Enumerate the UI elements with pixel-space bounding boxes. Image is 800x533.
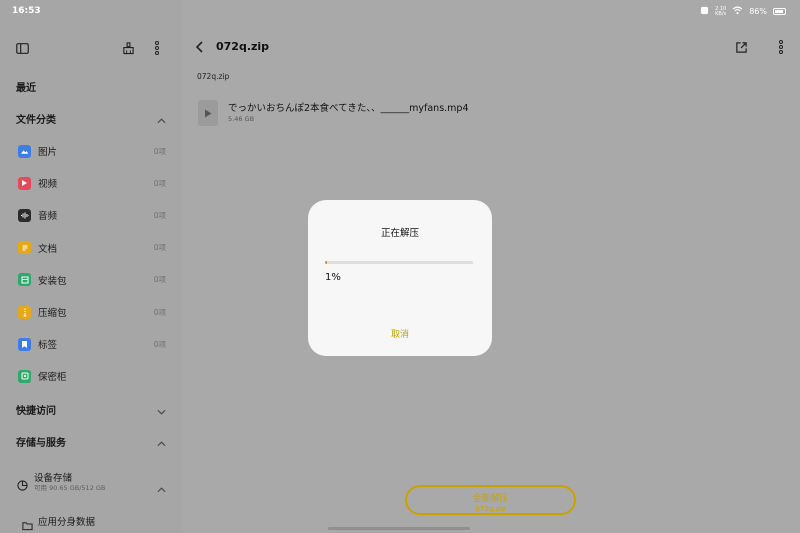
breadcrumb[interactable]: 072q.zip [197,72,229,81]
chevron-up-icon [157,478,166,497]
category-label: 保密柜 [38,372,67,384]
category-count: 0项 [153,307,166,317]
back-arrow-icon[interactable] [194,39,206,58]
device-storage-capacity: 可用 90.65 GB/512 GB [34,484,106,492]
category-label: 压缩包 [38,308,67,319]
sidebar-toggle-icon[interactable] [14,40,30,56]
category-label: 标签 [38,340,58,352]
extract-all-filename: 072q.zip [475,505,506,513]
open-external-icon[interactable] [735,39,748,58]
extract-progress-dialog: 正在解压 1% 取消 [308,200,492,356]
status-bar: 16:53 2.10 KB/s 86% [0,0,800,24]
category-count: 0项 [153,243,166,253]
audio-icon [18,208,31,222]
status-icons: 2.10 KB/s 86% [700,6,786,17]
page-title: 072q.zip [216,40,270,53]
archive-icon [18,305,31,319]
chevron-up-icon [157,109,166,128]
chevron-up-icon [157,432,166,451]
file-name: でっかいおちんぽ2本食べてきた、、______myfans.mp4 [228,103,469,114]
category-label: 音频 [38,211,58,223]
app-clone-data-item[interactable]: 应用分身数据 [0,510,182,532]
extract-all-label: 全部解压 [472,494,509,504]
safe-icon [18,369,31,383]
category-count: 0项 [153,210,166,220]
category-label: 安装包 [38,275,67,287]
notification-icon [700,6,709,17]
wifi-icon [732,6,743,17]
status-time: 16:53 [12,6,41,16]
video-file-icon [198,100,218,126]
category-label: 视频 [38,179,58,191]
document-icon [18,241,31,255]
device-storage-item[interactable]: 设备存储 可用 90.65 GB/512 GB [0,470,182,494]
quick-access-header[interactable]: 快捷访问 [0,398,182,420]
sidebar-category-item[interactable]: 保密柜 [0,365,182,387]
progress-percent: 1% [325,272,341,283]
categories-header[interactable]: 文件分类 [0,107,182,129]
clean-icon[interactable] [120,40,136,56]
battery-icon [773,8,786,15]
chevron-down-icon [157,400,166,419]
sidebar-toolbar [0,40,182,56]
category-count: 0项 [153,146,166,156]
categories-title: 文件分类 [16,114,56,126]
extract-all-button[interactable]: 全部解压 072q.zip [405,485,576,515]
recent-label: 最近 [16,82,36,94]
more-options-icon[interactable] [149,40,165,56]
progress-bar-fill [325,261,328,264]
quick-access-title: 快捷访问 [16,405,56,417]
network-speed: 2.10 KB/s [715,5,727,17]
category-count: 0项 [153,178,166,188]
video-icon [18,176,31,190]
image-icon [18,144,31,158]
folder-icon [22,516,33,533]
category-label: 图片 [38,147,58,158]
app-clone-data-label: 应用分身数据 [38,517,96,528]
sidebar-category-item[interactable]: 压缩包 0项 [0,301,182,323]
dialog-title: 正在解压 [380,228,419,239]
sidebar-category-item[interactable]: 文档 0项 [0,237,182,259]
file-size: 5.46 GB [228,115,255,123]
storage-services-header[interactable]: 存储与服务 [0,430,182,452]
storage-services-title: 存储与服务 [16,437,66,449]
tag-icon [18,337,31,351]
sidebar-category-item[interactable]: 音频 0项 [0,204,182,226]
sidebar-category-item[interactable]: 图片 0项 [0,140,182,162]
sidebar-category-item[interactable]: 安装包 0项 [0,269,182,291]
package-icon [18,273,31,287]
sidebar-category-item[interactable]: 标签 0项 [0,333,182,355]
cancel-button[interactable]: 取消 [308,327,492,340]
category-count: 0项 [153,275,166,285]
sidebar-category-item[interactable]: 视频 0项 [0,172,182,194]
category-label: 文档 [38,243,58,255]
sidebar-item-recent[interactable]: 最近 [0,75,182,97]
category-count: 0项 [153,339,166,349]
file-list-item[interactable]: でっかいおちんぽ2本食べてきた、、______myfans.mp4 5.46 G… [198,98,758,128]
progress-bar [325,261,473,264]
home-indicator[interactable] [328,527,470,530]
battery-percent: 86% [749,7,767,16]
sidebar: 最近 文件分类 图片 0项 视频 0项 音频 0项 文档 0项 安装包 0项 压缩包 0项 标签 0项 保密… [0,0,182,533]
more-options-icon[interactable] [778,39,784,58]
storage-pie-icon [17,476,28,495]
